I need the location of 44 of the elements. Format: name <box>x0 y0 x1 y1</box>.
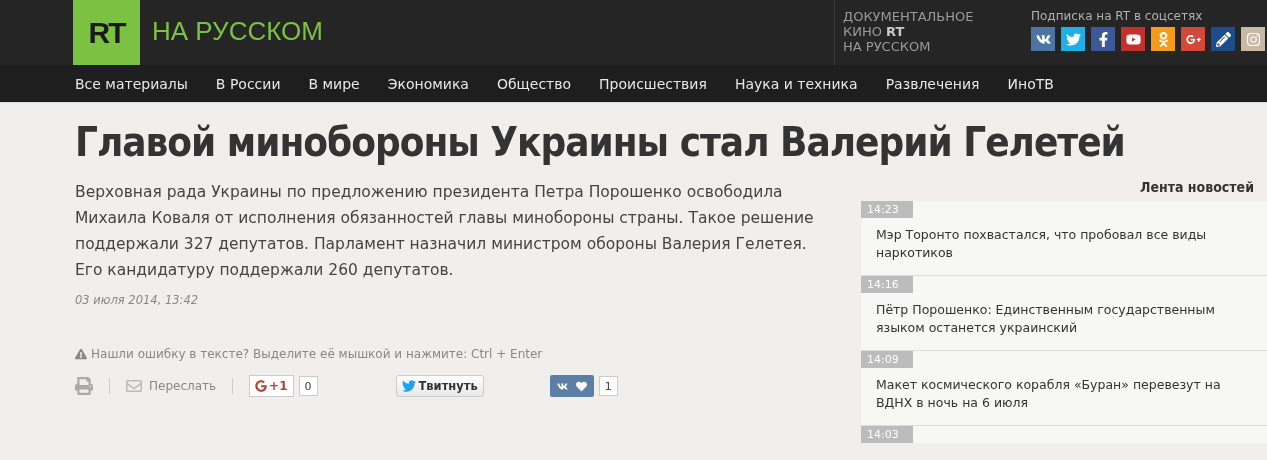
nav-link[interactable]: Наука и техника <box>734 75 858 92</box>
gplus-icon[interactable] <box>1181 27 1205 51</box>
nav-link[interactable]: В мире <box>308 75 360 92</box>
nav-link[interactable]: Развлечения <box>885 75 980 92</box>
envelope-icon <box>126 378 142 394</box>
facebook-icon[interactable] <box>1091 27 1115 51</box>
nav-link[interactable]: Экономика <box>387 75 469 92</box>
plus-one-button[interactable]: +1 <box>249 375 294 397</box>
vk-like-button[interactable] <box>549 375 594 397</box>
logo-text: НА РУССКОМ <box>152 16 323 48</box>
vk-icon[interactable] <box>1031 27 1055 51</box>
share-count: 1 <box>598 376 618 396</box>
news-time: 14:16 <box>861 276 913 293</box>
article-title: Главой минобороны Украины стал Валерий Гелетей <box>75 119 1126 165</box>
news-title: Мэр Торонто похвастался, что пробовал все виды наркотиков <box>876 226 1208 262</box>
nav-link[interactable]: Происшествия <box>599 75 707 92</box>
share-count: 0 <box>298 376 318 396</box>
article-lead: Верховная рада Украины по предложению президента Петра Порошенко освободила Михаила Коваля от исполнения обязанностей главы минобороны страны. Такое решение поддержали 327 депутатов. Парламент назначил министром обороны Валерия Гелетея. Его кандидатуру поддержали 260 депутатов. <box>75 182 815 281</box>
bird-icon <box>401 379 416 393</box>
livejournal-icon[interactable] <box>1211 27 1235 51</box>
news-item[interactable]: 14:23 Мэр Торонто похвастался, что пробовал все виды наркотиков <box>861 201 1267 276</box>
news-title: Макет космического корабля «Буран» перевезут на ВДНХ в ночь на 6 июля <box>876 376 1222 412</box>
google-icon <box>255 380 268 392</box>
news-time: 14:23 <box>861 201 913 218</box>
news-time: 14:03 <box>861 426 913 443</box>
heart-icon <box>575 380 587 392</box>
news-item[interactable]: 14:09 Макет космического корабля «Буран» перевезут на ВДНХ в ночь на 6 июля <box>861 351 1267 426</box>
article-date: 03 июля 2014, 13:42 <box>75 293 200 307</box>
nav-link[interactable]: Общество <box>496 75 572 92</box>
news-title: Пётр Порошенко: Единственным государственным языком останется украинский <box>876 301 1216 337</box>
site-logo[interactable]: RT <box>73 0 140 65</box>
news-item[interactable]: 14:16 Пётр Порошенко: Единственным государственным языком останется украинский <box>861 276 1267 351</box>
tweet-button[interactable]: Твитнуть <box>395 375 484 397</box>
error-hint: Нашли ошибку в тексте? Выделите её мышкой и нажмите: Ctrl + Enter <box>91 347 543 361</box>
youtube-icon[interactable] <box>1121 27 1145 51</box>
nav-link[interactable]: ИноТВ <box>1007 75 1054 92</box>
nav-link[interactable]: В России <box>215 75 281 92</box>
feed-title: Лента новостей <box>1139 179 1254 195</box>
twitter-icon[interactable] <box>1061 27 1085 51</box>
warning-icon <box>75 348 87 360</box>
news-time: 14:09 <box>861 351 913 368</box>
vk-icon <box>556 380 568 392</box>
social-title: Подписка на RT в соцсетях <box>1031 9 1204 23</box>
nav-link[interactable]: Все материалы <box>75 75 188 92</box>
